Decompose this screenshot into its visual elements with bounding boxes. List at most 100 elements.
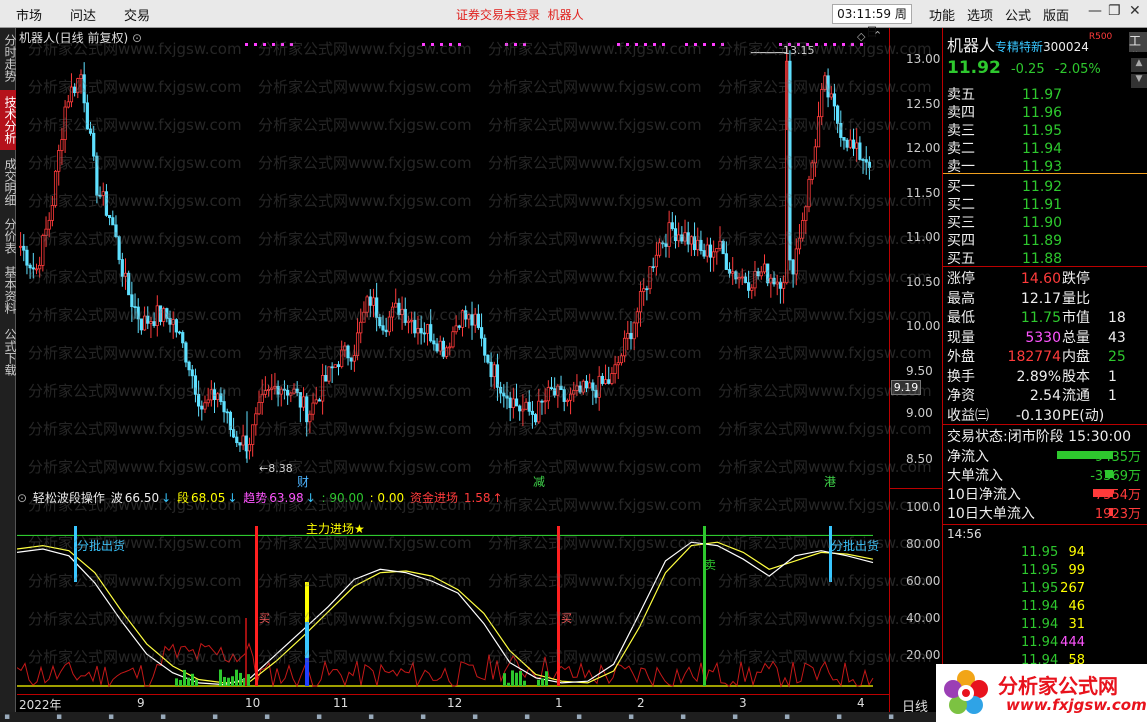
indicator-chart[interactable]: [17, 506, 889, 694]
bid-label: 买二: [947, 197, 975, 213]
tab-intraday[interactable]: 分时走势: [0, 28, 17, 88]
menu-market[interactable]: 市场: [16, 5, 42, 24]
signal-dot: [703, 43, 706, 46]
indicator-tab[interactable]: ▪: [680, 712, 686, 722]
menu-layout[interactable]: 版面: [1043, 5, 1069, 24]
stock-code: 300024: [1043, 40, 1089, 54]
stat-row: 涨停 14.60跌停: [947, 268, 1147, 288]
wave-label: 波: [110, 491, 123, 505]
price-chart[interactable]: 机器人(日线 前复权) ⊙ 13.15 ←8.38 财 减 港 ◇ ⌃: [17, 28, 889, 490]
signal-dot: [263, 43, 266, 46]
restore-icon[interactable]: ❐: [1108, 3, 1121, 19]
menu-trade[interactable]: 交易: [124, 5, 150, 24]
event-marker-finance[interactable]: 财: [297, 473, 309, 490]
stat-label: 涨停: [947, 271, 975, 287]
collapse-circle-icon[interactable]: ⊙: [17, 491, 27, 505]
quote-panel: 机器人专精特新300024R500 工业 11.92 -0.25 -2.05% …: [942, 28, 1147, 720]
diamond-icon[interactable]: ◇: [857, 30, 865, 43]
tab-technical[interactable]: 技术分析: [0, 90, 17, 150]
indicator-tab[interactable]: ▪: [628, 712, 634, 722]
flow-value: 1923万: [1094, 507, 1141, 522]
candle-body: [610, 373, 614, 384]
candle-body: [718, 240, 722, 249]
indicator-tab[interactable]: ▪: [784, 712, 790, 722]
indicator-tab[interactable]: ▪: [212, 712, 218, 722]
bid-row: 买三 11.90: [947, 212, 1147, 232]
menu-formula[interactable]: 公式: [1005, 5, 1031, 24]
event-marker-hk[interactable]: 港: [824, 473, 836, 490]
candle-body: [769, 277, 773, 284]
menu-wenda[interactable]: 问达: [70, 5, 96, 24]
candle-body: [18, 245, 23, 248]
indicator-tab[interactable]: ▪: [368, 712, 374, 722]
candle-body: [607, 379, 611, 384]
candle-body: [394, 302, 398, 308]
candle-body: [120, 259, 124, 277]
menu-options[interactable]: 选项: [967, 5, 993, 24]
candle-body: [63, 106, 67, 140]
candle-body: [527, 401, 531, 412]
tab-fundamentals[interactable]: 基本资料: [0, 260, 17, 320]
scroll-up-icon[interactable]: ⌃: [873, 29, 882, 42]
candle-body: [600, 375, 604, 384]
tab-trade-detail[interactable]: 成交明细: [0, 152, 17, 212]
tab-formula-download[interactable]: 公式下载: [0, 322, 17, 382]
tick-volume: 267: [1060, 581, 1085, 596]
indicator-tab[interactable]: ▪: [264, 712, 270, 722]
indicator-tab[interactable]: ▪: [56, 712, 62, 722]
candle-body: [537, 400, 541, 423]
candle-body: [190, 369, 194, 377]
candle-body: [95, 155, 99, 196]
candle-body: [794, 248, 798, 275]
candle-body: [53, 170, 58, 206]
candle-body: [333, 364, 337, 368]
indicator-tab[interactable]: ▪: [160, 712, 166, 722]
indicator-tab-strip[interactable]: ▪ ▪ ▪ ▪ ▪ ▪ ▪ ▪ ▪ ▪ ▪ ▪ ▪ ▪ ▪ ▪ ▪ ▪: [0, 712, 941, 722]
minimize-icon[interactable]: —: [1088, 3, 1102, 19]
close-icon[interactable]: ✕: [1129, 3, 1141, 19]
event-marker-reduce[interactable]: 减: [533, 473, 545, 490]
indicator-tab[interactable]: ▪: [472, 712, 478, 722]
candle-body: [352, 355, 356, 362]
indicator-tab[interactable]: ▪: [836, 712, 842, 722]
wave-value: 66.50: [124, 491, 160, 505]
menu-function[interactable]: 功能: [929, 5, 955, 24]
candle-body: [155, 305, 159, 326]
current-price-tag: 9.19: [891, 380, 921, 395]
candle-body: [390, 306, 395, 318]
trend-bar-cyan: [305, 622, 309, 658]
tick-volume: 94: [1068, 545, 1085, 560]
signal-dot: [626, 43, 629, 46]
stock-tag: 专精特新: [995, 40, 1044, 54]
signal-dot: [505, 43, 508, 46]
x-label: 10: [245, 696, 261, 710]
indicator-tab[interactable]: ▪: [420, 712, 426, 722]
indicator-tab[interactable]: ▪: [524, 712, 530, 722]
candle-body: [174, 319, 178, 333]
indicator-tab[interactable]: ▪: [732, 712, 738, 722]
trend-bar-yellow: [305, 582, 309, 622]
candle-body: [130, 294, 134, 307]
indicator-tab[interactable]: ▪: [576, 712, 582, 722]
candle-body: [212, 389, 217, 401]
indicator-tab[interactable]: ▪: [888, 712, 894, 722]
view-tab-strip: 分时走势 技术分析 成交明细 分价表 基本资料 公式下载: [0, 28, 17, 722]
indicator-tab[interactable]: ▪: [4, 712, 10, 722]
candle-body: [22, 245, 26, 251]
x-label: 11: [333, 696, 349, 710]
indicator-tab[interactable]: ▪: [108, 712, 114, 722]
candle-body: [603, 379, 608, 384]
expand-up-icon[interactable]: ▲: [1131, 58, 1147, 72]
candle-body: [425, 324, 430, 334]
tab-price-table[interactable]: 分价表: [0, 214, 17, 258]
settings-circle-icon[interactable]: ⊙: [132, 31, 142, 45]
bid-label: 买一: [947, 179, 975, 195]
indicator-tab[interactable]: ▪: [316, 712, 322, 722]
login-alert[interactable]: 证券交易未登录 机器人: [456, 6, 584, 23]
trade-status: 交易状态:闭市阶段 15:30:00: [947, 426, 1147, 446]
candle-body: [514, 398, 519, 407]
candle-body: [508, 397, 512, 408]
industry-tag[interactable]: 工业: [1129, 32, 1147, 52]
candle-body: [661, 242, 665, 245]
candle-body: [184, 342, 188, 363]
